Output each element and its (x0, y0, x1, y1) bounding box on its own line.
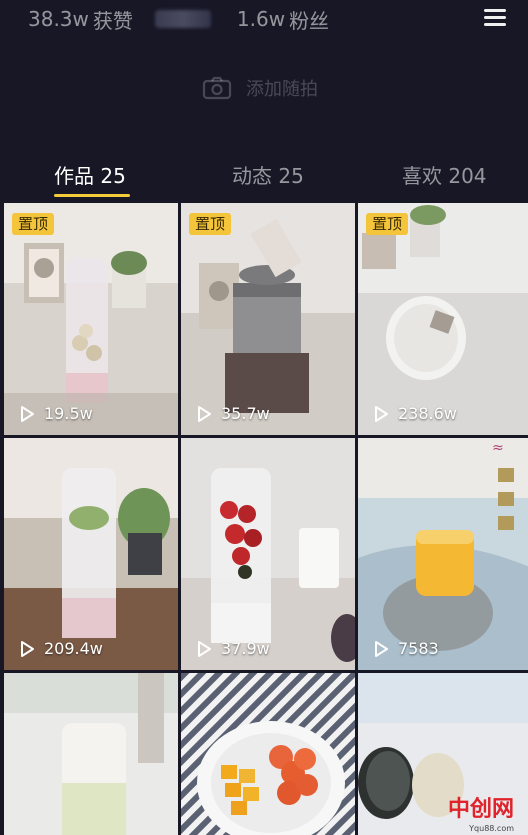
play-icon (375, 405, 388, 422)
tab-works[interactable]: 作品 25 (54, 160, 126, 189)
video-thumbnail (4, 203, 178, 435)
video-thumbnail: ≈ (358, 438, 528, 670)
profile-tabs: 作品 25 动态 25 喜欢 204 (0, 150, 528, 202)
play-count-value: 19.5w (44, 404, 93, 423)
play-icon (21, 640, 34, 657)
pinned-badge: 置顶 (366, 213, 409, 235)
play-count-value: 7583 (398, 639, 439, 658)
likes-label[interactable]: 获赞 (93, 5, 133, 34)
video-tile[interactable]: 置顶 238.6w (358, 203, 528, 435)
menu-icon[interactable] (484, 8, 506, 26)
watermark: 中创网 (448, 791, 514, 823)
video-tile[interactable]: 置顶 35.7w (181, 203, 355, 435)
play-count: 19.5w (18, 404, 93, 423)
add-snapshot-label: 添加随拍 (246, 79, 318, 100)
video-thumbnail (181, 203, 355, 435)
play-count-value: 37.9w (221, 639, 270, 658)
pinned-badge: 置顶 (189, 213, 232, 235)
video-thumbnail (181, 438, 355, 670)
fans-label[interactable]: 粉丝 (289, 5, 329, 34)
pinned-badge: 置顶 (12, 213, 55, 235)
tab-posts[interactable]: 动态 25 (232, 160, 304, 189)
video-tile[interactable]: 209.4w (4, 438, 178, 670)
play-count: 35.7w (195, 404, 270, 423)
svg-text:≈: ≈ (492, 440, 504, 456)
play-count-value: 238.6w (398, 404, 457, 423)
tab-active-indicator (54, 194, 130, 197)
video-tile[interactable] (4, 673, 178, 835)
video-tile[interactable]: 置顶 19.5w (4, 203, 178, 435)
play-icon (21, 405, 34, 422)
play-icon (198, 640, 211, 657)
play-count: 7583 (372, 639, 439, 658)
video-thumbnail (181, 673, 355, 835)
likes-count[interactable]: 38.3w (28, 7, 89, 31)
profile-page: 38.3w 获赞 1.6w 粉丝 添加随拍 作品 25 动态 25 喜欢 204 (0, 0, 528, 835)
fans-count[interactable]: 1.6w (237, 7, 285, 31)
blurred-stat (154, 10, 211, 28)
video-tile[interactable] (181, 673, 355, 835)
video-thumbnail (4, 438, 178, 670)
play-count: 37.9w (195, 639, 270, 658)
tab-likes[interactable]: 喜欢 204 (402, 160, 487, 189)
play-count-value: 35.7w (221, 404, 270, 423)
play-count: 209.4w (18, 639, 103, 658)
play-count: 238.6w (372, 404, 457, 423)
play-icon (198, 405, 211, 422)
watermark-sub: Yqu88.com (469, 824, 514, 833)
profile-stats: 38.3w 获赞 1.6w 粉丝 (28, 5, 351, 34)
watermark-logo: 中创网 (447, 797, 514, 822)
play-icon (375, 640, 388, 657)
camera-icon (202, 76, 232, 100)
add-snapshot-button[interactable]: 添加随拍 (202, 72, 318, 104)
video-tile[interactable]: 37.9w (181, 438, 355, 670)
play-count-value: 209.4w (44, 639, 103, 658)
video-thumbnail (358, 203, 528, 435)
video-tile[interactable]: ≈ 7583 (358, 438, 528, 670)
video-thumbnail (4, 673, 178, 835)
